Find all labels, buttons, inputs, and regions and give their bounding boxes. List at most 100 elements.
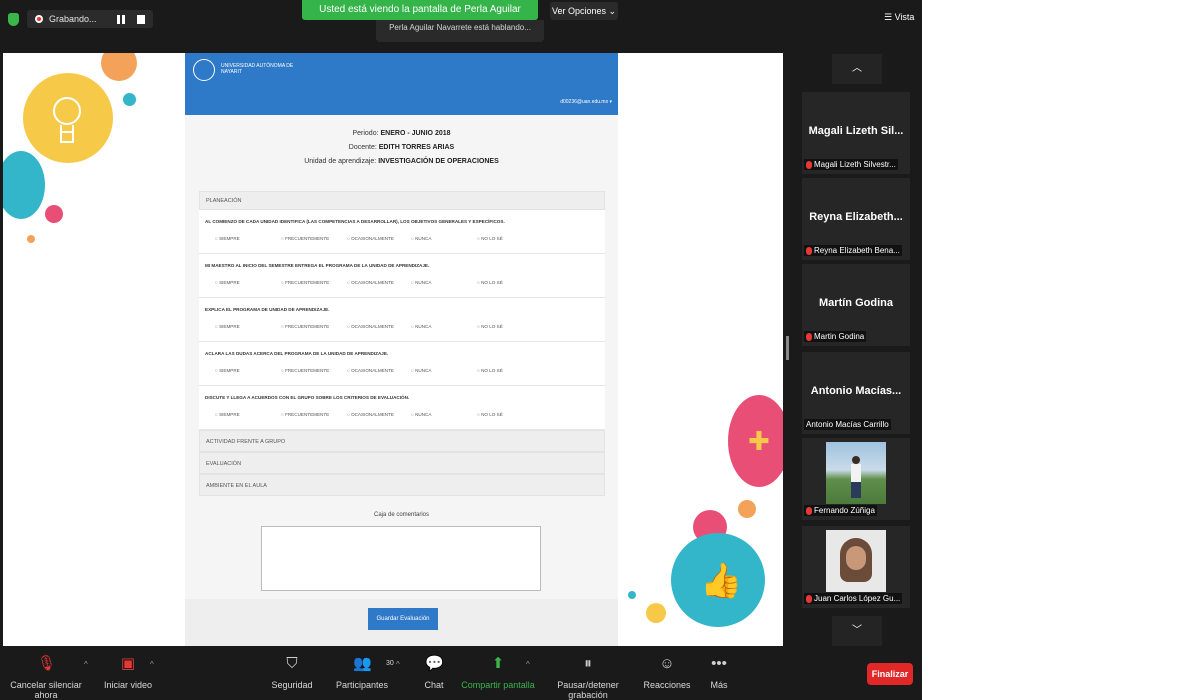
participant-tile[interactable]: Magali Lizeth Sil... Magali Lizeth Silve… xyxy=(802,92,910,174)
panel-resize-handle[interactable] xyxy=(786,336,789,360)
deco-circle xyxy=(123,93,136,106)
mute-button[interactable]: 🎙 Cancelar silenciar ahora xyxy=(6,656,86,700)
option-nunca[interactable]: NUNCA xyxy=(411,324,431,329)
participants-options-caret[interactable]: ^ xyxy=(396,660,400,669)
share-screen-icon: ⬆ xyxy=(491,655,505,672)
option-frecuentemente[interactable]: FRECUENTEMENTE xyxy=(281,324,329,329)
share-banner: Usted está viendo la pantalla de Perla A… xyxy=(302,0,538,35)
reactions-icon: ☺ xyxy=(659,655,675,672)
deco-circle xyxy=(27,235,35,243)
chevron-up-icon: ︿ xyxy=(852,63,862,74)
deco-circle xyxy=(45,205,63,223)
participant-label: Juan Carlos López Gu... xyxy=(804,593,903,604)
save-evaluation-button[interactable]: Guardar Evaluación xyxy=(368,608,438,630)
option-ocasionalmente[interactable]: OCASIONALMENTE xyxy=(347,368,394,373)
deco-circle xyxy=(101,53,137,81)
comments-label: Caja de comentarios xyxy=(373,512,430,518)
video-off-icon: ▣ xyxy=(120,655,136,672)
chevron-down-icon: ﹀ xyxy=(852,625,862,636)
mic-muted-icon xyxy=(806,506,812,515)
end-meeting-button[interactable]: Finalizar xyxy=(867,663,913,685)
chat-button[interactable]: 💬 Chat xyxy=(414,655,454,691)
question-row: ACLARA LAS DUDAS ACERCA DEL PROGRAMA DE … xyxy=(199,342,605,386)
option-siempre[interactable]: SIEMPRE xyxy=(215,368,240,373)
option-siempre[interactable]: SIEMPRE xyxy=(215,412,240,417)
stop-icon[interactable] xyxy=(136,14,145,24)
participant-name: Reyna Elizabeth... xyxy=(809,211,903,223)
option-frecuentemente[interactable]: FRECUENTEMENTE xyxy=(281,280,329,285)
scroll-down-button[interactable]: ﹀ xyxy=(832,616,882,646)
option-no-lo-se[interactable]: NO LO SÉ xyxy=(477,368,503,373)
option-no-lo-se[interactable]: NO LO SÉ xyxy=(477,412,503,417)
top-left-controls: Grabando... xyxy=(8,10,153,28)
option-ocasionalmente[interactable]: OCASIONALMENTE xyxy=(347,280,394,285)
share-screen-button[interactable]: ⬆ Compartir pantalla xyxy=(460,655,536,691)
course-info: Periodo: ENERO - JUNIO 2018 Docente: EDI… xyxy=(304,130,499,165)
security-shield-icon: ⛉ xyxy=(286,655,298,672)
option-nunca[interactable]: NUNCA xyxy=(411,280,431,285)
recording-label: Grabando... xyxy=(49,14,97,24)
chat-icon: 💬 xyxy=(425,655,444,672)
view-options-button[interactable]: Ver Opciones ⌄ xyxy=(550,2,618,20)
option-ocasionalmente[interactable]: OCASIONALMENTE xyxy=(347,412,394,417)
question-text: DISCUTE Y LLEGA A ACUERDOS CON EL GRUPO … xyxy=(205,395,410,400)
question-text: ACLARA LAS DUDAS ACERCA DEL PROGRAMA DE … xyxy=(205,351,389,356)
comments-textarea[interactable] xyxy=(261,526,541,591)
start-video-button[interactable]: ▣ Iniciar video xyxy=(98,655,158,691)
more-dots-icon: ••• xyxy=(711,655,727,672)
participant-tile[interactable]: Reyna Elizabeth... Reyna Elizabeth Bena.… xyxy=(802,178,910,260)
pause-stop-recording-button[interactable]: ⏸ Pausar/detener grabación xyxy=(540,656,636,700)
share-options-caret[interactable]: ^ xyxy=(526,660,530,669)
form-header: UNIVERSIDAD AUTÓNOMA DE NAYARIT d00236@u… xyxy=(185,53,618,115)
option-ocasionalmente[interactable]: OCASIONALMENTE xyxy=(347,324,394,329)
mic-off-icon: 🎙 xyxy=(37,655,57,672)
shared-screen: ✚ 👍 UNIVERSIDAD AUTÓNOMA DE NAYARIT d002… xyxy=(3,53,783,646)
lightbulb-icon xyxy=(50,97,84,151)
user-email[interactable]: d00236@uan.edu.mx ▾ xyxy=(560,99,612,105)
option-frecuentemente[interactable]: FRECUENTEMENTE xyxy=(281,368,329,373)
video-options-caret[interactable]: ^ xyxy=(150,660,154,669)
participants-button[interactable]: 👥 Participantes xyxy=(330,656,394,691)
participant-name: Magali Lizeth Sil... xyxy=(808,125,904,137)
participant-name: Martín Godina xyxy=(819,297,893,309)
option-frecuentemente[interactable]: FRECUENTEMENTE xyxy=(281,236,329,241)
more-button[interactable]: ••• Más xyxy=(704,655,734,691)
option-nunca[interactable]: NUNCA xyxy=(411,412,431,417)
option-nunca[interactable]: NUNCA xyxy=(411,236,431,241)
thumbs-up-icon: 👍 xyxy=(700,562,743,600)
section-header-actividad[interactable]: ACTIVIDAD FRENTE A GRUPO xyxy=(199,430,605,452)
deco-circle xyxy=(3,151,45,219)
option-siempre[interactable]: SIEMPRE xyxy=(215,236,240,241)
participant-tile[interactable]: Martín Godina Martin Godina xyxy=(802,264,910,346)
security-button[interactable]: ⛉ Seguridad xyxy=(262,655,322,691)
speaking-indicator: Perla Aguilar Navarrete está hablando... xyxy=(376,20,544,42)
scroll-up-button[interactable]: ︿ xyxy=(832,54,882,84)
reactions-button[interactable]: ☺ Reacciones xyxy=(642,655,692,691)
option-no-lo-se[interactable]: NO LO SÉ xyxy=(477,280,503,285)
option-frecuentemente[interactable]: FRECUENTEMENTE xyxy=(281,412,329,417)
option-siempre[interactable]: SIEMPRE xyxy=(215,280,240,285)
participant-label: Martin Godina xyxy=(804,331,867,342)
view-button[interactable]: ☰ Vista xyxy=(884,12,914,23)
participant-tile[interactable]: Fernando Zúñiga xyxy=(802,438,910,520)
pause-icon[interactable] xyxy=(116,14,125,24)
question-text: EXPLICA EL PROGRAMA DE UNIDAD DE APRENDI… xyxy=(205,307,330,312)
participant-label: Reyna Elizabeth Bena... xyxy=(804,245,902,256)
option-siempre[interactable]: SIEMPRE xyxy=(215,324,240,329)
section-header-planeacion[interactable]: PLANEACIÓN xyxy=(199,191,605,210)
participant-video xyxy=(826,442,886,504)
option-nunca[interactable]: NUNCA xyxy=(411,368,431,373)
option-ocasionalmente[interactable]: OCASIONALMENTE xyxy=(347,236,394,241)
section-header-ambiente[interactable]: AMBIENTE EN EL AULA xyxy=(199,474,605,496)
pause-stop-icon: ⏸ xyxy=(584,655,592,672)
shield-icon[interactable] xyxy=(8,12,19,26)
participant-tile[interactable]: Antonio Macías... Antonio Macías Carrill… xyxy=(802,352,910,434)
section-header-evaluacion[interactable]: EVALUACIÓN xyxy=(199,452,605,474)
evaluation-form: UNIVERSIDAD AUTÓNOMA DE NAYARIT d00236@u… xyxy=(185,53,618,646)
blank-margin xyxy=(922,0,1200,700)
participant-tile[interactable]: Juan Carlos López Gu... xyxy=(802,526,910,608)
option-no-lo-se[interactable]: NO LO SÉ xyxy=(477,236,503,241)
mute-options-caret[interactable]: ^ xyxy=(84,660,88,669)
option-no-lo-se[interactable]: NO LO SÉ xyxy=(477,324,503,329)
zoom-window: Grabando... Usted está viendo la pantall… xyxy=(0,0,922,700)
